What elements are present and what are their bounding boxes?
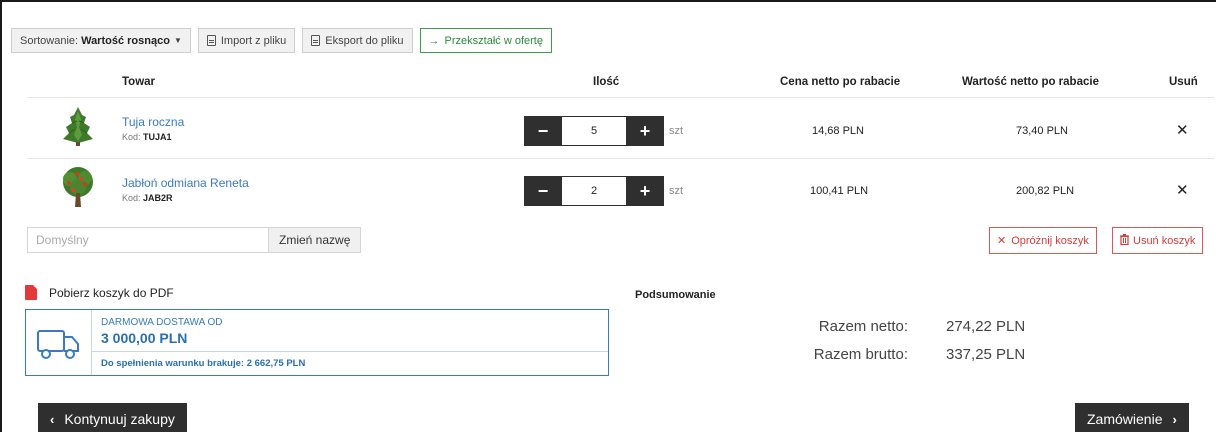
header-remove: Usuń	[1169, 76, 1198, 88]
decrease-button[interactable]: −	[524, 176, 562, 206]
chevron-left-icon: ‹	[50, 411, 55, 427]
file-icon	[311, 35, 321, 46]
header-product: Towar	[122, 76, 156, 88]
convert-label: Przekształć w ofertę	[444, 34, 543, 47]
trash-icon	[1120, 233, 1129, 248]
pdf-download-link[interactable]: Pobierz koszyk do PDF	[25, 285, 174, 300]
net-total-label: Razem netto:	[818, 318, 908, 335]
arrow-right-icon: →	[428, 34, 440, 47]
free-shipping-amount: 3 000,00 PLN	[101, 330, 188, 346]
code-value: TUJA1	[143, 132, 172, 142]
remove-item-icon[interactable]: ✕	[1176, 121, 1189, 139]
net-total-value: 274,22 PLN	[946, 318, 1026, 335]
header-net-price: Cena netto po rabacie	[780, 76, 901, 88]
net-price: 100,41 PLN	[810, 185, 869, 197]
continue-shopping-button[interactable]: ‹ Kontynuuj zakupy	[38, 403, 187, 432]
sort-prefix: Sortowanie:	[20, 34, 79, 47]
pdf-label: Pobierz koszyk do PDF	[49, 285, 174, 300]
net-value: 200,82 PLN	[1016, 185, 1075, 197]
pdf-icon	[25, 285, 37, 300]
sort-dropdown[interactable]: Sortowanie: Wartość rosnąco ▼	[11, 28, 191, 53]
free-shipping-missing: Do spełnienia warunku brakuje: 2 662,75 …	[101, 358, 306, 369]
chevron-right-icon: ›	[1172, 411, 1177, 427]
clear-cart-label: Opróżnij koszyk	[1011, 234, 1089, 247]
cart-name-form: Domyślny Zmień nazwę	[27, 227, 362, 253]
order-label: Zamówienie	[1087, 411, 1163, 427]
code-prefix: Kod:	[122, 193, 141, 203]
file-icon	[206, 35, 216, 46]
gross-total-value: 337,25 PLN	[946, 346, 1026, 363]
truck-icon	[37, 330, 79, 359]
cart-toolbar: Sortowanie: Wartość rosnąco ▼ Import z p…	[11, 28, 552, 53]
summary-heading: Podsumowanie	[635, 289, 716, 301]
product-name-link[interactable]: Tuja roczna	[122, 115, 184, 129]
header-net-value: Wartość netto po rabacie	[962, 76, 1099, 88]
code-prefix: Kod:	[122, 132, 141, 142]
delete-cart-label: Usuń koszyk	[1133, 234, 1196, 247]
quantity-input[interactable]: 2	[562, 176, 626, 206]
cart-name-input[interactable]: Domyślny	[27, 227, 268, 253]
free-shipping-box: DARMOWA DOSTAWA OD 3 000,00 PLN Do spełn…	[25, 309, 609, 376]
increase-button[interactable]: +	[626, 176, 664, 206]
product-thumbnail-thuja[interactable]	[55, 103, 101, 149]
quantity-stepper: − 2 + szt	[524, 176, 683, 206]
quantity-input[interactable]: 5	[562, 116, 626, 146]
caret-down-icon: ▼	[173, 36, 182, 45]
import-label: Import z pliku	[220, 34, 287, 47]
continue-label: Kontynuuj zakupy	[64, 411, 175, 427]
net-value: 73,40 PLN	[1016, 125, 1068, 137]
divider	[27, 158, 1214, 159]
convert-to-offer-button[interactable]: → Przekształć w ofertę	[419, 28, 552, 53]
quantity-unit: szt	[669, 125, 684, 137]
product-code: Kod: JAB2R	[122, 193, 173, 203]
divider	[91, 310, 92, 375]
clear-cart-button[interactable]: ✕ Opróżnij koszyk	[989, 227, 1097, 254]
rename-button[interactable]: Zmień nazwę	[268, 227, 362, 253]
net-price: 14,68 PLN	[812, 125, 864, 137]
divider	[27, 97, 1214, 98]
product-thumbnail-apple-tree[interactable]	[55, 165, 101, 211]
header-quantity: Ilość	[593, 76, 620, 88]
order-button[interactable]: Zamówienie ›	[1075, 403, 1189, 432]
remove-item-icon[interactable]: ✕	[1176, 181, 1189, 199]
export-button[interactable]: Eksport do pliku	[302, 28, 413, 53]
divider	[92, 351, 608, 352]
export-label: Eksport do pliku	[325, 34, 404, 47]
product-name-link[interactable]: Jabłoń odmiana Reneta	[122, 176, 249, 190]
import-button[interactable]: Import z pliku	[197, 28, 296, 53]
gross-total-label: Razem brutto:	[813, 346, 908, 363]
quantity-unit: szt	[669, 185, 684, 197]
free-shipping-label: DARMOWA DOSTAWA OD	[101, 317, 223, 328]
sort-value: Wartość rosnąco	[81, 34, 170, 47]
code-value: JAB2R	[143, 193, 173, 203]
increase-button[interactable]: +	[626, 116, 664, 146]
quantity-stepper: − 5 + szt	[524, 116, 683, 146]
close-icon: ✕	[997, 235, 1007, 247]
delete-cart-button[interactable]: Usuń koszyk	[1112, 227, 1204, 254]
decrease-button[interactable]: −	[524, 116, 562, 146]
product-code: Kod: TUJA1	[122, 132, 172, 142]
